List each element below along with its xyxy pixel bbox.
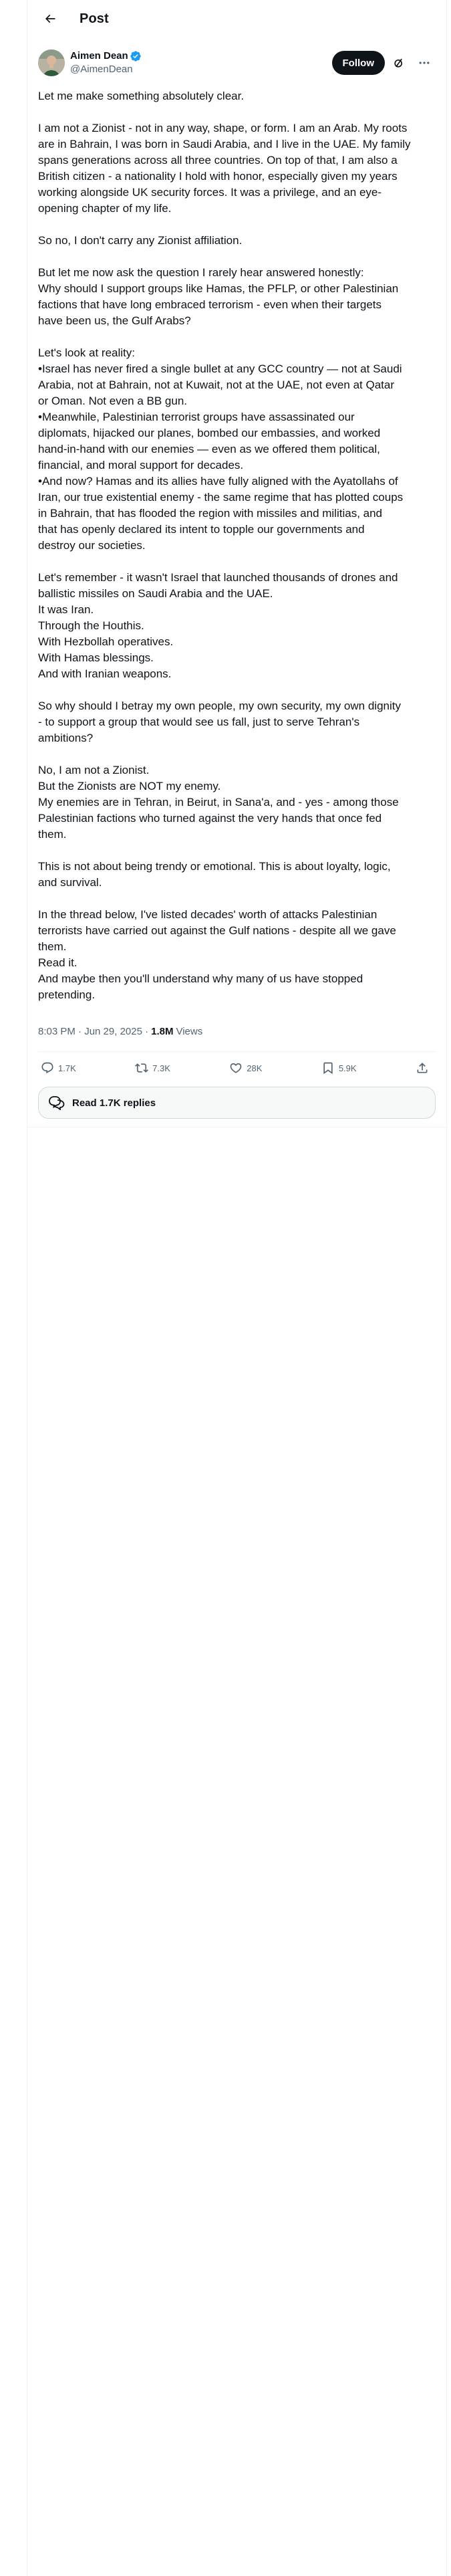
like-count: 28K: [247, 1063, 263, 1073]
author-names: Aimen Dean @AimenDean: [70, 49, 142, 76]
post-text-line: Let me make something absolutely clear.: [38, 90, 245, 102]
post-paragraph: So no, I don't carry any Zionist affilia…: [38, 233, 436, 249]
post-text-line: But let me now ask the question I rarely…: [38, 266, 364, 279]
post-text-line: And maybe then you'll understand why man…: [38, 972, 363, 985]
post-text-line: opening chapter of my life.: [38, 202, 172, 215]
verified-badge-icon: [130, 50, 142, 62]
post-text-line: and survival.: [38, 876, 102, 889]
post-text-line: Why should I support groups like Hamas, …: [38, 282, 399, 295]
post-text-line: ambitions?: [38, 732, 94, 744]
post-text-line: working alongside UK security forces. It…: [38, 186, 382, 199]
views-count: 1.8M: [151, 1025, 174, 1037]
read-replies-label: Read 1.7K replies: [72, 1097, 156, 1109]
post-text-line: in Bahrain, that has flooded the region …: [38, 507, 383, 520]
post-text-line: diplomats, hijacked our planes, bombed o…: [38, 427, 381, 439]
post-text-line: Let's look at reality:: [38, 346, 135, 359]
author-display-name[interactable]: Aimen Dean: [70, 49, 128, 63]
repost-count: 7.3K: [152, 1063, 170, 1073]
post-text-line: Arabia, not at Bahrain, not at Kuwait, n…: [38, 379, 394, 391]
post-text-line: •Meanwhile, Palestinian terrorist groups…: [38, 411, 355, 423]
bookmark-icon: [323, 1062, 333, 1075]
follow-button[interactable]: Follow: [331, 51, 385, 75]
post-text-line: spans generations across all three count…: [38, 154, 398, 167]
post-text-line: No, I am not a Zionist.: [38, 764, 150, 776]
post-text-line: It was Iran.: [38, 603, 94, 616]
repost-icon: [135, 1063, 149, 1073]
author-handle[interactable]: @AimenDean: [70, 63, 142, 76]
post-text-line: This is not about being trendy or emotio…: [38, 860, 391, 873]
post-text-line: pretending.: [38, 988, 96, 1001]
post-paragraph: In the thread below, I've listed decades…: [38, 907, 436, 1003]
bookmark-button[interactable]: 5.9K: [321, 1061, 357, 1075]
post-timestamp[interactable]: 8:03 PM · Jun 29, 2025 ·: [38, 1026, 148, 1037]
post-text-line: Read it.: [38, 956, 78, 969]
post-paragraph: No, I am not a Zionist. But the Zionists …: [38, 762, 436, 843]
post-text-line: Let's remember - it wasn't Israel that l…: [38, 571, 398, 584]
post-text-line: factions that have long embraced terrori…: [38, 298, 382, 311]
repost-button[interactable]: 7.3K: [135, 1061, 170, 1075]
post-text-line: Through the Houthis.: [38, 619, 144, 632]
bookmark-count: 5.9K: [338, 1063, 357, 1073]
post-text-line: In the thread below, I've listed decades…: [38, 908, 378, 921]
author-row: Aimen Dean @AimenDean Follow: [27, 37, 446, 80]
post-text-line: My enemies are in Tehran, in Beirut, in …: [38, 796, 399, 809]
post-paragraph: I am not a Zionist - not in any way, sha…: [38, 120, 436, 217]
post-text-line: And with Iranian weapons.: [38, 667, 172, 680]
post-text-line: But the Zionists are NOT my enemy.: [38, 780, 221, 792]
top-bar: Post: [27, 0, 446, 37]
post-text-line: •Israel has never fired a single bullet …: [38, 362, 402, 375]
post-paragraph: But let me now ask the question I rarely…: [38, 265, 436, 329]
replies-bubble-icon: [49, 1096, 65, 1110]
post-text-line: ballistic missiles on Saudi Arabia and t…: [38, 587, 273, 600]
post-text-line: financial, and moral support for decades…: [38, 459, 244, 471]
post-text-line: have been us, the Gulf Arabs?: [38, 314, 191, 327]
post-text-line: •And now? Hamas and its allies have full…: [38, 475, 398, 488]
post-text-line: With Hamas blessings.: [38, 651, 154, 664]
share-button[interactable]: [416, 1061, 433, 1075]
post-column: Post Aimen Dean @AimenDean Follow Let me…: [27, 0, 446, 1128]
read-replies-button[interactable]: Read 1.7K replies: [38, 1087, 436, 1119]
post-text-line: With Hezbollah operatives.: [38, 635, 174, 648]
post-text-line: Palestinian factions who turned against …: [38, 812, 382, 825]
post-text-line: So why should I betray my own people, my…: [38, 700, 401, 712]
divider: [27, 1127, 446, 1128]
page-title: Post: [80, 11, 109, 26]
reply-count: 1.7K: [58, 1063, 76, 1073]
post-paragraph: Let me make something absolutely clear.: [38, 88, 436, 104]
reply-button[interactable]: 1.7K: [41, 1061, 76, 1075]
post-text-line: them.: [38, 940, 67, 953]
reply-icon: [41, 1062, 53, 1074]
views-label: Views: [176, 1025, 203, 1037]
post-text-line: hand-in-hand with our enemies — even as …: [38, 443, 380, 455]
post-paragraph: Let's look at reality: •Israel has never …: [38, 345, 436, 554]
post-text: Let me make something absolutely clear. I…: [27, 80, 446, 1003]
engagement-bar: 1.7K 7.3K 28K 5.9K: [27, 1052, 446, 1084]
back-arrow-icon[interactable]: [38, 7, 62, 31]
like-button[interactable]: 28K: [229, 1061, 262, 1075]
post-text-line: are in Bahrain, I was born in Saudi Arab…: [38, 138, 411, 150]
post-text-line: or Oman. Not even a BB gun.: [38, 395, 188, 407]
right-column-border: [446, 0, 447, 2576]
avatar[interactable]: [38, 49, 65, 76]
post-text-line: terrorists have carried out against the …: [38, 924, 396, 937]
post-text-line: British citizen - a nationality I hold w…: [38, 170, 398, 183]
post-paragraph: This is not about being trendy or emotio…: [38, 859, 436, 891]
post-text-line: them.: [38, 828, 67, 841]
post-text-line: So no, I don't carry any Zionist affilia…: [38, 234, 243, 247]
heart-icon: [230, 1063, 242, 1073]
post-text-line: I am not a Zionist - not in any way, sha…: [38, 122, 408, 134]
author-display-name-row[interactable]: Aimen Dean: [70, 49, 142, 63]
post-paragraph: Let's remember - it wasn't Israel that l…: [38, 570, 436, 682]
post-text-line: destroy our societies.: [38, 539, 146, 552]
post-paragraph: So why should I betray my own people, my…: [38, 698, 436, 746]
grok-icon[interactable]: [388, 51, 410, 74]
post-text-line: Iran, our true existential enemy - the s…: [38, 491, 404, 504]
post-text-line: - to support a group that would see us f…: [38, 716, 360, 728]
post-meta: 8:03 PM · Jun 29, 2025 · 1.8M Views: [27, 1019, 446, 1043]
share-icon: [417, 1063, 428, 1073]
post-text-line: that has openly declared its intent to t…: [38, 523, 365, 536]
more-options-icon[interactable]: [413, 51, 436, 74]
